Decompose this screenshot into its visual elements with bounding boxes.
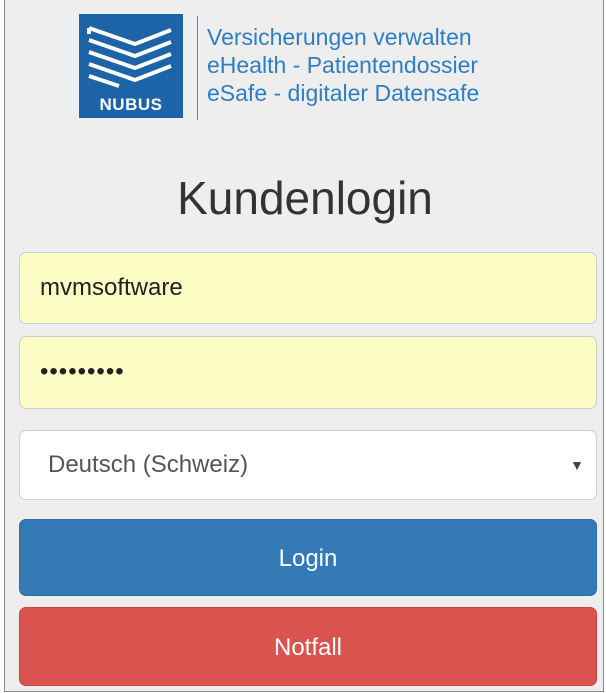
caret-down-icon: ▼ [570, 457, 584, 473]
page-title: Kundenlogin [177, 172, 433, 224]
brand-tagline: Versicherungen verwalten eHealth - Patie… [207, 23, 479, 107]
username-field[interactable]: mvmsoftware [19, 252, 597, 324]
brand-header: NUBUS Versicherungen verwalten eHealth -… [79, 14, 559, 120]
login-panel: NUBUS Versicherungen verwalten eHealth -… [4, 0, 604, 692]
logo-wordmark: NUBUS [99, 95, 163, 114]
emergency-button[interactable]: Notfall [19, 607, 597, 686]
password-field[interactable]: ••••••••• [19, 336, 597, 409]
language-select-value: Deutsch (Schweiz) [48, 451, 249, 478]
login-button[interactable]: Login [19, 519, 597, 596]
tagline-line-2: eHealth - Patientendossier [207, 52, 479, 78]
tagline-line-3: eSafe - digitaler Datensafe [207, 80, 480, 106]
language-select[interactable]: Deutsch (Schweiz) ▼ [19, 430, 597, 500]
nubus-logo: NUBUS [79, 14, 183, 118]
tagline-line-1: Versicherungen verwalten [207, 24, 472, 50]
header-divider [197, 16, 198, 120]
